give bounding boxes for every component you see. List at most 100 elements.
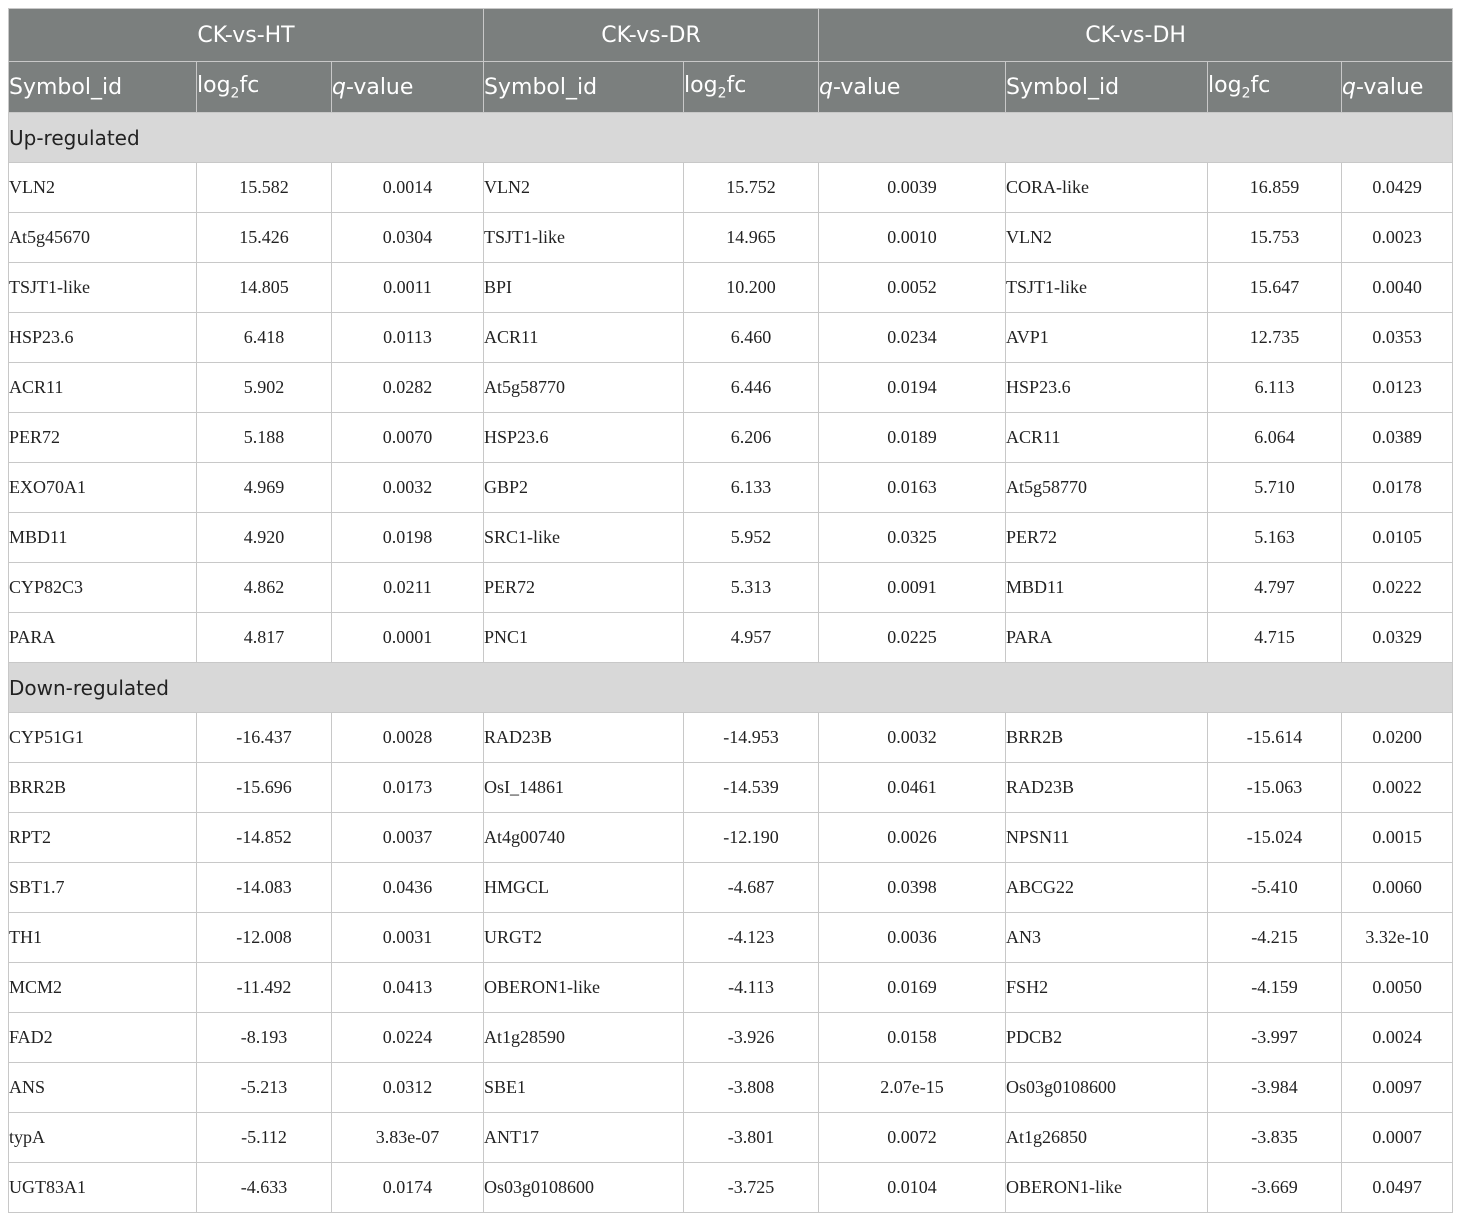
symbol-cell: ANT17 [483,1112,685,1163]
symbol-cell: PER72 [1005,512,1209,563]
q-text: q [1342,74,1357,100]
symbol-cell: OsI_14861 [483,762,685,813]
symbol-cell: Os03g0108600 [483,1162,685,1213]
log-base: 2 [1241,85,1251,102]
symbol-cell: FSH2 [1005,962,1209,1013]
table-row: CYP82C3 4.862 0.0211 PER72 5.313 0.0091 MBD11 4… [8,562,1454,613]
qvalue-cell: 0.0028 [330,712,485,763]
qvalue-cell: 0.0461 [818,762,1007,813]
log2fc-cell: 16.859 [1207,162,1343,213]
qvalue-cell: 0.0198 [330,512,485,563]
log2fc-cell: -3.997 [1207,1012,1343,1063]
log2fc-cell: 5.313 [683,562,820,613]
qvalue-cell: 3.83e-07 [330,1112,485,1163]
symbol-cell: TH1 [8,912,197,963]
table-row: MCM2 -11.492 0.0413 OBERON1-like -4.113 0.016… [8,962,1454,1013]
log2fc-cell: -5.213 [196,1062,332,1113]
symbol-cell: RPT2 [8,812,197,863]
table-row: UGT83A1 -4.633 0.0174 Os03g0108600 -3.725 0.0… [8,1162,1454,1213]
log2fc-cell: -15.614 [1207,712,1343,763]
qvalue-cell: 0.0007 [1341,1112,1454,1163]
qvalue-cell: 0.0189 [818,412,1007,463]
symbol-cell: TSJT1-like [8,262,197,313]
log2fc-cell: 5.163 [1207,512,1343,563]
qvalue-cell: 3.32e-10 [1341,912,1454,963]
log2fc-cell: -14.953 [683,712,820,763]
log2fc-cell: -3.984 [1207,1062,1343,1113]
col-header-log2fc-ht: log2fc [196,61,332,113]
log2fc-cell: 6.064 [1207,412,1343,463]
group-header-ck-vs-dh: CK-vs-DH [818,8,1454,62]
qvalue-cell: 0.0225 [818,612,1007,663]
symbol-cell: BRR2B [1005,712,1209,763]
q-text: q [819,74,834,100]
log2fc-cell: -12.008 [196,912,332,963]
value-text: -value [345,74,414,100]
symbol-cell: BPI [483,262,685,313]
symbol-cell: At5g58770 [1005,462,1209,513]
qvalue-cell: 0.0163 [818,462,1007,513]
qvalue-cell: 0.0104 [818,1162,1007,1213]
symbol-cell: HSP23.6 [1005,362,1209,413]
symbol-cell: RAD23B [483,712,685,763]
symbol-cell: PARA [8,612,197,663]
qvalue-cell: 0.0015 [1341,812,1454,863]
section-label: Down-regulated [7,662,1454,713]
value-text: -value [833,74,901,100]
symbol-cell: CYP51G1 [8,712,197,763]
table-row: BRR2B -15.696 0.0173 OsI_14861 -14.539 0.0461… [8,762,1454,813]
qvalue-cell: 0.0329 [1341,612,1454,663]
symbol-cell: HMGCL [483,862,685,913]
table-row: FAD2 -8.193 0.0224 At1g28590 -3.926 0.0158 PDC… [8,1012,1454,1063]
symbol-cell: UGT83A1 [8,1162,197,1213]
qvalue-cell: 0.0091 [818,562,1007,613]
qvalue-cell: 0.0026 [818,812,1007,863]
qvalue-cell: 0.0304 [330,212,485,263]
log2fc-cell: 4.715 [1207,612,1343,663]
log2fc-cell: -8.193 [196,1012,332,1063]
log2fc-cell: -14.539 [683,762,820,813]
symbol-cell: RAD23B [1005,762,1209,813]
log2fc-cell: 5.952 [683,512,820,563]
symbol-cell: MBD11 [8,512,197,563]
log2fc-cell: -12.190 [683,812,820,863]
section-row: Up-regulated [7,112,1454,163]
qvalue-cell: 0.0001 [330,612,485,663]
symbol-cell: VLN2 [1005,212,1209,263]
symbol-cell: FAD2 [8,1012,197,1063]
log2fc-cell: 6.113 [1207,362,1343,413]
symbol-cell: PER72 [8,412,197,463]
symbol-cell: At5g58770 [483,362,685,413]
log2fc-cell: 5.710 [1207,462,1343,513]
symbol-cell: OBERON1-like [1005,1162,1209,1213]
log2fc-cell: 4.969 [196,462,332,513]
qvalue-cell: 0.0282 [330,362,485,413]
qvalue-cell: 0.0211 [330,562,485,613]
log2fc-cell: -4.123 [683,912,820,963]
symbol-cell: BRR2B [8,762,197,813]
value-text: -value [1356,74,1424,100]
log2fc-cell: -3.808 [683,1062,820,1113]
symbol-cell: At4g00740 [483,812,685,863]
symbol-cell: NPSN11 [1005,812,1209,863]
table-row: typA -5.112 3.83e-07 ANT17 -3.801 0.0072 At1g2… [8,1112,1454,1163]
table-row: At5g45670 15.426 0.0304 TSJT1-like 14.965 0.0… [8,212,1454,263]
qvalue-cell: 0.0113 [330,312,485,363]
symbol-cell: VLN2 [8,162,197,213]
symbol-cell: PARA [1005,612,1209,663]
log2fc-cell: -4.113 [683,962,820,1013]
table-row: PER72 5.188 0.0070 HSP23.6 6.206 0.0189 ACR11 6… [8,412,1454,463]
symbol-cell: HSP23.6 [8,312,197,363]
log2fc-cell: -5.112 [196,1112,332,1163]
symbol-cell: HSP23.6 [483,412,685,463]
log2fc-cell: 15.752 [683,162,820,213]
symbol-cell: ABCG22 [1005,862,1209,913]
qvalue-cell: 0.0060 [1341,862,1454,913]
log2fc-cell: 6.446 [683,362,820,413]
group-header-ck-vs-dr: CK-vs-DR [483,8,820,62]
qvalue-cell: 0.0224 [330,1012,485,1063]
qvalue-cell: 0.0234 [818,312,1007,363]
log2fc-cell: 6.133 [683,462,820,513]
table-row: EXO70A1 4.969 0.0032 GBP2 6.133 0.0163 At5g587… [8,462,1454,513]
qvalue-cell: 0.0169 [818,962,1007,1013]
